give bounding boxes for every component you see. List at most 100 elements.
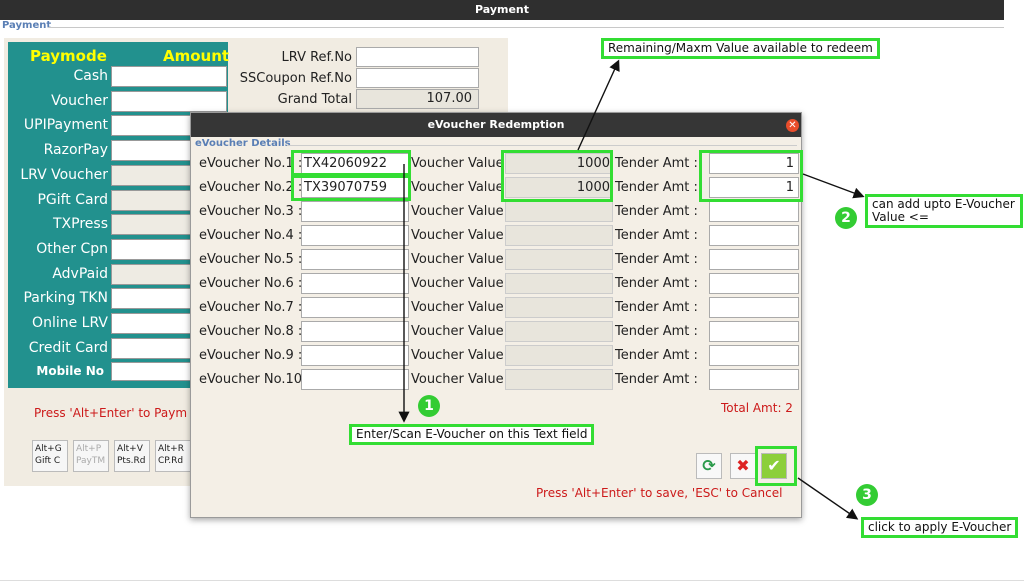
voucher-value-label: Voucher Value : xyxy=(411,180,513,195)
evoucher-label: eVoucher No.8 : xyxy=(199,324,303,339)
evoucher-label: eVoucher No.1 : xyxy=(199,156,303,171)
voucher-value-label: Voucher Value : xyxy=(411,204,513,219)
paymode-label: Parking TKN xyxy=(23,290,108,307)
voucher-value-label: Voucher Value : xyxy=(411,372,513,387)
paymode-label: Voucher xyxy=(51,92,108,109)
evoucher-label: eVoucher No.3 : xyxy=(199,204,303,219)
tender-amt-label: Tender Amt : xyxy=(615,156,698,171)
paymode-label: AdvPaid xyxy=(52,265,108,282)
lrv-ref-label: LRV Ref.No xyxy=(281,50,352,65)
details-divider xyxy=(287,145,797,146)
paymode-header: Paymode xyxy=(30,47,107,65)
evoucher-label: eVoucher No.4 : xyxy=(199,228,303,243)
window-title: Payment xyxy=(0,0,1004,20)
voucher-value-label: Voucher Value : xyxy=(411,228,513,243)
sscoupon-label: SSCoupon Ref.No xyxy=(239,71,352,86)
evoucher-number-input[interactable] xyxy=(301,201,409,222)
voucher-value-field xyxy=(505,225,613,246)
tender-amt-input[interactable] xyxy=(709,321,799,342)
evoucher-details-label: eVoucher Details xyxy=(195,138,291,149)
grand-total-value: 107.00 xyxy=(356,89,479,109)
step-badge-2: 2 xyxy=(835,207,857,229)
paymode-amount-input[interactable] xyxy=(111,90,227,112)
voucher-value-field xyxy=(505,201,613,222)
highlight-voucher-values xyxy=(501,150,613,202)
can-add-line-2: Value <= xyxy=(872,210,929,224)
paymode-amount-input[interactable] xyxy=(111,66,227,87)
evoucher-number-input[interactable] xyxy=(301,345,409,366)
bottom-divider xyxy=(0,580,1024,581)
tender-amt-label: Tender Amt : xyxy=(615,252,698,267)
tender-amt-input[interactable] xyxy=(709,273,799,294)
voucher-value-field xyxy=(505,369,613,390)
paymode-label: LRV Voucher xyxy=(20,166,108,183)
paymode-label: Credit Card xyxy=(28,339,108,356)
paymode-label: UPIPayment xyxy=(23,117,108,134)
highlight-apply-button xyxy=(755,446,797,486)
payment-group-label: Payment xyxy=(2,20,52,31)
voucher-value-label: Voucher Value : xyxy=(411,276,513,291)
voucher-value-field xyxy=(505,297,613,318)
mobile-no-label: Mobile No xyxy=(36,364,104,378)
tender-amt-input[interactable] xyxy=(709,225,799,246)
arrow-to-can-add xyxy=(802,173,865,199)
evoucher-number-input[interactable] xyxy=(301,369,409,390)
voucher-value-field xyxy=(505,249,613,270)
dialog-hint: Press 'Alt+Enter' to save, 'ESC' to Canc… xyxy=(536,486,783,500)
paymode-label: TXPress xyxy=(53,216,108,233)
evoucher-number-input[interactable] xyxy=(301,321,409,342)
voucher-value-label: Voucher Value : xyxy=(411,348,513,363)
group-divider xyxy=(48,27,1004,28)
voucher-value-field xyxy=(505,273,613,294)
tender-amt-input[interactable] xyxy=(709,201,799,222)
grand-total-label: Grand Total xyxy=(277,92,352,107)
payment-hint: Press 'Alt+Enter' to Paym xyxy=(34,406,188,420)
evoucher-label: eVoucher No.9 : xyxy=(199,348,303,363)
voucher-value-label: Voucher Value : xyxy=(411,156,513,171)
highlight-tender-amounts xyxy=(699,150,803,202)
gift-card-button[interactable]: Alt+G Gift C xyxy=(32,440,68,472)
evoucher-number-input[interactable] xyxy=(301,273,409,294)
paytm-button[interactable]: Alt+P PayTM xyxy=(73,440,109,472)
refresh-button[interactable]: ⟳ xyxy=(696,453,722,479)
evoucher-number-input[interactable] xyxy=(301,297,409,318)
tender-amt-input[interactable] xyxy=(709,297,799,318)
coupon-redeem-button[interactable]: Alt+R CP.Rd xyxy=(155,440,191,472)
tender-amt-label: Tender Amt : xyxy=(615,228,698,243)
step-badge-3: 3 xyxy=(856,484,878,506)
paymode-label: Online LRV xyxy=(32,315,108,331)
step-badge-1: 1 xyxy=(418,395,440,417)
paymode-label: RazorPay xyxy=(43,142,108,159)
points-redeem-button[interactable]: Alt+V Pts.Rd xyxy=(114,440,150,472)
evoucher-label: eVoucher No.7 : xyxy=(199,300,303,315)
voucher-value-label: Voucher Value : xyxy=(411,324,513,339)
close-icon[interactable]: ✕ xyxy=(786,119,799,132)
evoucher-number-input[interactable] xyxy=(301,249,409,270)
paymode-label: Cash xyxy=(73,68,108,84)
tender-amt-label: Tender Amt : xyxy=(615,348,698,363)
tender-amt-label: Tender Amt : xyxy=(615,180,698,195)
amount-header: Amount xyxy=(163,47,230,65)
tender-amt-label: Tender Amt : xyxy=(615,324,698,339)
voucher-value-field xyxy=(505,345,613,366)
tender-amt-input[interactable] xyxy=(709,249,799,270)
tender-amt-label: Tender Amt : xyxy=(615,372,698,387)
close-x-icon: ✖ xyxy=(736,456,750,475)
tender-amt-input[interactable] xyxy=(709,369,799,390)
voucher-value-label: Voucher Value : xyxy=(411,252,513,267)
highlight-evoucher-inputs xyxy=(291,150,411,176)
callout-remaining-value: Remaining/Maxm Value available to redeem xyxy=(601,38,880,59)
evoucher-label: eVoucher No.5 : xyxy=(199,252,303,267)
lrv-ref-input[interactable] xyxy=(356,47,479,67)
cancel-button[interactable]: ✖ xyxy=(730,453,756,479)
refresh-icon: ⟳ xyxy=(702,456,716,475)
callout-apply: click to apply E-Voucher xyxy=(861,517,1019,538)
voucher-value-field xyxy=(505,321,613,342)
evoucher-label: eVoucher No.10 : xyxy=(199,372,311,387)
sscoupon-input[interactable] xyxy=(356,68,479,88)
total-amount: Total Amt: 2 xyxy=(721,401,793,415)
evoucher-label: eVoucher No.2 : xyxy=(199,180,303,195)
evoucher-number-input[interactable] xyxy=(301,225,409,246)
tender-amt-input[interactable] xyxy=(709,345,799,366)
paymode-label: PGift Card xyxy=(37,191,108,208)
